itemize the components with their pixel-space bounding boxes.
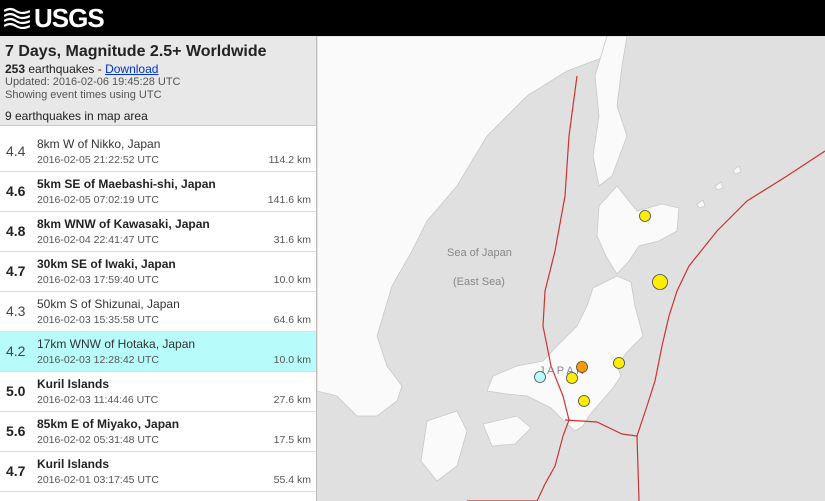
event-place: 5km SE of Maebashi-shi, Japan xyxy=(37,177,216,191)
event-depth: 27.6 km xyxy=(273,394,311,406)
event-time: 2016-02-05 21:22:52 UTC xyxy=(37,154,159,166)
event-depth: 10.0 km xyxy=(273,274,311,286)
event-place: 30km SE of Iwaki, Japan xyxy=(37,257,176,271)
event-place: Kuril Islands xyxy=(37,457,110,471)
feed-title: 7 Days, Magnitude 2.5+ Worldwide xyxy=(5,43,267,60)
event-magnitude: 5.6 xyxy=(6,423,26,439)
count-value: 253 xyxy=(5,62,26,76)
event-magnitude: 4.3 xyxy=(6,303,26,319)
event-time: 2016-02-03 12:28:42 UTC xyxy=(37,354,159,366)
event-row[interactable]: 4.7 Kuril Islands 2016-02-01 03:17:45 UT… xyxy=(0,452,316,492)
event-place: 50km S of Shizunai, Japan xyxy=(37,297,180,311)
event-row[interactable]: 4.3 50km S of Shizunai, Japan 2016-02-03… xyxy=(0,292,316,332)
event-depth: 10.0 km xyxy=(273,354,311,366)
event-time: 2016-02-03 11:44:46 UTC xyxy=(37,394,159,406)
event-time: 2016-02-04 22:41:47 UTC xyxy=(37,234,159,246)
east-sea-label: (East Sea) xyxy=(453,276,505,288)
event-time: 2016-02-02 05:31:48 UTC xyxy=(37,434,159,446)
event-list: 4.4 8km W of Nikko, Japan 2016-02-05 21:… xyxy=(0,132,316,492)
event-magnitude: 4.7 xyxy=(6,263,26,279)
download-link[interactable]: Download xyxy=(105,62,158,76)
event-time: 2016-02-03 15:35:58 UTC xyxy=(37,314,159,326)
event-row[interactable]: 4.2 17km WNW of Hotaka, Japan 2016-02-03… xyxy=(0,332,316,372)
event-row[interactable]: 4.6 5km SE of Maebashi-shi, Japan 2016-0… xyxy=(0,172,316,212)
timezone-note: Showing event times using UTC xyxy=(5,89,162,101)
event-row[interactable]: 4.8 8km WNW of Kawasaki, Japan 2016-02-0… xyxy=(0,212,316,252)
event-magnitude: 4.2 xyxy=(6,343,26,359)
event-magnitude: 5.0 xyxy=(6,383,26,399)
event-depth: 55.4 km xyxy=(273,474,311,486)
list-header: 7 Days, Magnitude 2.5+ Worldwide 253 ear… xyxy=(0,36,316,126)
event-depth: 64.6 km xyxy=(273,314,311,326)
usgs-logo[interactable]: USGS xyxy=(4,3,105,33)
event-depth: 31.6 km xyxy=(273,234,311,246)
event-place: 8km WNW of Kawasaki, Japan xyxy=(37,217,210,231)
event-row[interactable]: 5.6 85km E of Miyako, Japan 2016-02-02 0… xyxy=(0,412,316,452)
earthquake-marker[interactable] xyxy=(639,210,651,222)
sea-of-japan-label: Sea of Japan xyxy=(447,247,512,259)
earthquake-count: 253 earthquakes - Download xyxy=(5,62,311,76)
event-row[interactable]: 5.0 Kuril Islands 2016-02-03 11:44:46 UT… xyxy=(0,372,316,412)
map-canvas[interactable]: Sea of Japan (East Sea) J A P A N xyxy=(317,36,825,501)
event-place: 85km E of Miyako, Japan xyxy=(37,417,180,431)
event-time: 2016-02-01 03:17:45 UTC xyxy=(37,474,159,486)
event-depth: 17.5 km xyxy=(273,434,311,446)
usgs-wave-icon xyxy=(4,7,30,29)
earthquake-marker[interactable] xyxy=(566,372,578,384)
event-row[interactable]: 4.7 30km SE of Iwaki, Japan 2016-02-03 1… xyxy=(0,252,316,292)
updated-timestamp: Updated: 2016-02-06 19:45:28 UTC xyxy=(5,76,181,88)
event-magnitude: 4.4 xyxy=(6,143,26,159)
earthquake-marker[interactable] xyxy=(613,357,625,369)
event-time: 2016-02-05 07:02:19 UTC xyxy=(37,194,159,206)
event-magnitude: 4.6 xyxy=(6,183,26,199)
earthquake-marker[interactable] xyxy=(578,395,590,407)
earthquake-marker-recent[interactable] xyxy=(576,361,588,373)
logo-text: USGS xyxy=(34,3,105,33)
event-depth: 114.2 km xyxy=(268,154,311,166)
event-time: 2016-02-03 17:59:40 UTC xyxy=(37,274,159,286)
event-place: 8km W of Nikko, Japan xyxy=(37,137,161,151)
event-row[interactable]: 4.4 8km W of Nikko, Japan 2016-02-05 21:… xyxy=(0,132,316,172)
event-depth: 141.6 km xyxy=(267,194,311,206)
earthquake-marker-selected[interactable] xyxy=(534,371,546,383)
top-bar: USGS xyxy=(0,0,825,36)
event-magnitude: 4.7 xyxy=(6,463,26,479)
earthquake-map[interactable]: Sea of Japan (East Sea) J A P A N xyxy=(317,36,825,501)
event-place: 17km WNW of Hotaka, Japan xyxy=(37,337,196,351)
event-magnitude: 4.8 xyxy=(6,223,26,239)
event-place: Kuril Islands xyxy=(37,377,110,391)
count-suffix: earthquakes - xyxy=(25,62,106,76)
earthquake-marker[interactable] xyxy=(652,274,668,290)
event-sidebar: 7 Days, Magnitude 2.5+ Worldwide 253 ear… xyxy=(0,36,317,501)
in-map-count: 9 earthquakes in map area xyxy=(5,109,148,123)
